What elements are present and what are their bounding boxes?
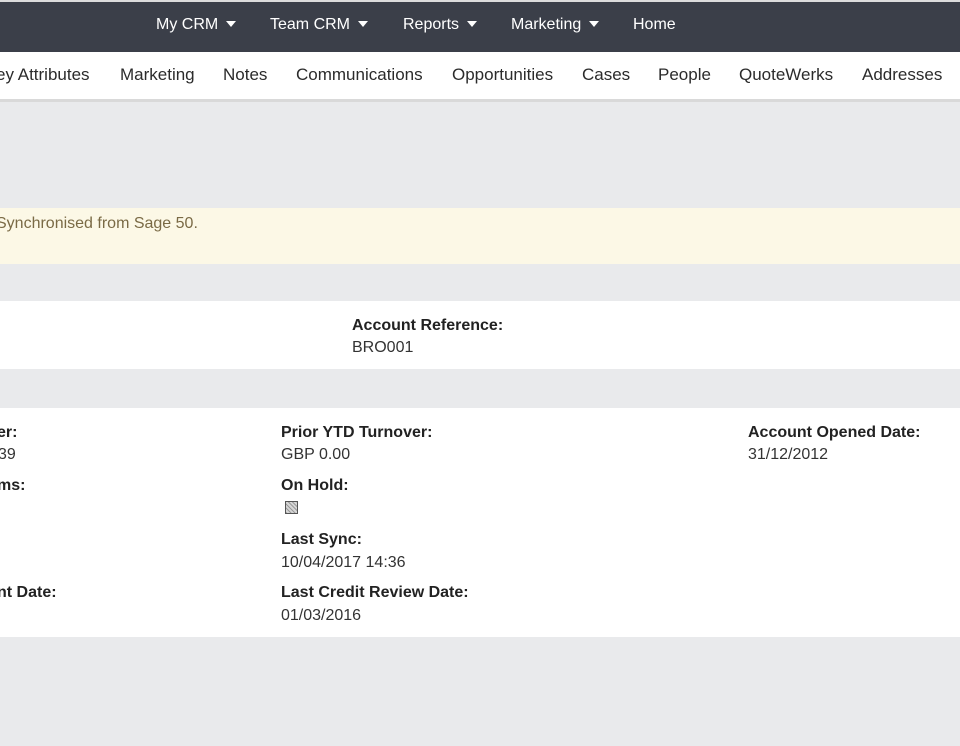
top-navigation-bar: My CRM Team CRM Reports Marketing Home <box>0 0 960 52</box>
nav-team-crm-label: Team CRM <box>270 16 351 33</box>
tab-people[interactable]: People <box>658 52 711 99</box>
last-credit-review-value: 01/03/2016 <box>281 607 362 624</box>
nav-marketing-label: Marketing <box>511 16 582 33</box>
account-opened-date-label: Account Opened Date: <box>748 424 921 441</box>
sync-notice: Synchronised from Sage 50. <box>0 208 960 264</box>
last-sync-label: Last Sync: <box>281 531 362 548</box>
chevron-down-icon <box>467 20 478 27</box>
nav-home[interactable]: Home <box>633 2 676 52</box>
terms-label: ms: <box>0 477 26 494</box>
last-sync-value: 10/04/2017 14:36 <box>281 554 406 571</box>
account-reference-panel: Account Reference: BRO001 <box>0 301 960 369</box>
payment-date-label: nt Date: <box>0 584 57 601</box>
prior-ytd-turnover-label: Prior YTD Turnover: <box>281 424 433 441</box>
tab-marketing[interactable]: Marketing <box>120 52 195 99</box>
nav-reports[interactable]: Reports <box>403 2 478 52</box>
tab-notes[interactable]: Notes <box>223 52 267 99</box>
tab-opportunities[interactable]: Opportunities <box>452 52 553 99</box>
nav-home-label: Home <box>633 16 676 33</box>
chevron-down-icon <box>358 20 369 27</box>
last-credit-review-label: Last Credit Review Date: <box>281 584 469 601</box>
account-reference-label: Account Reference: <box>352 317 504 334</box>
account-opened-date-value: 31/12/2012 <box>748 446 829 463</box>
tab-key-attributes[interactable]: ey Attributes <box>0 52 90 99</box>
turnover-label: er: <box>0 424 18 441</box>
nav-marketing[interactable]: Marketing <box>511 2 600 52</box>
tab-addresses[interactable]: Addresses <box>862 52 942 99</box>
sync-notice-text: Synchronised from Sage 50. <box>0 215 198 232</box>
tab-bar: ey Attributes Marketing Notes Communicat… <box>0 52 960 102</box>
on-hold-label: On Hold: <box>281 477 349 494</box>
tab-quotewerks[interactable]: QuoteWerks <box>739 52 833 99</box>
chevron-down-icon <box>589 20 600 27</box>
prior-ytd-turnover-value: GBP 0.00 <box>281 446 351 463</box>
nav-reports-label: Reports <box>403 16 460 33</box>
nav-team-crm[interactable]: Team CRM <box>270 2 369 52</box>
tab-communications[interactable]: Communications <box>296 52 423 99</box>
turnover-value: 39 <box>0 446 16 463</box>
nav-my-crm[interactable]: My CRM <box>156 2 237 52</box>
account-details-panel: er: 39 ms: nt Date: Prior YTD Turnover: … <box>0 408 960 637</box>
chevron-down-icon <box>226 20 237 27</box>
account-reference-value: BRO001 <box>352 339 414 356</box>
nav-my-crm-label: My CRM <box>156 16 219 33</box>
on-hold-checkbox[interactable] <box>285 501 298 514</box>
tab-cases[interactable]: Cases <box>582 52 630 99</box>
